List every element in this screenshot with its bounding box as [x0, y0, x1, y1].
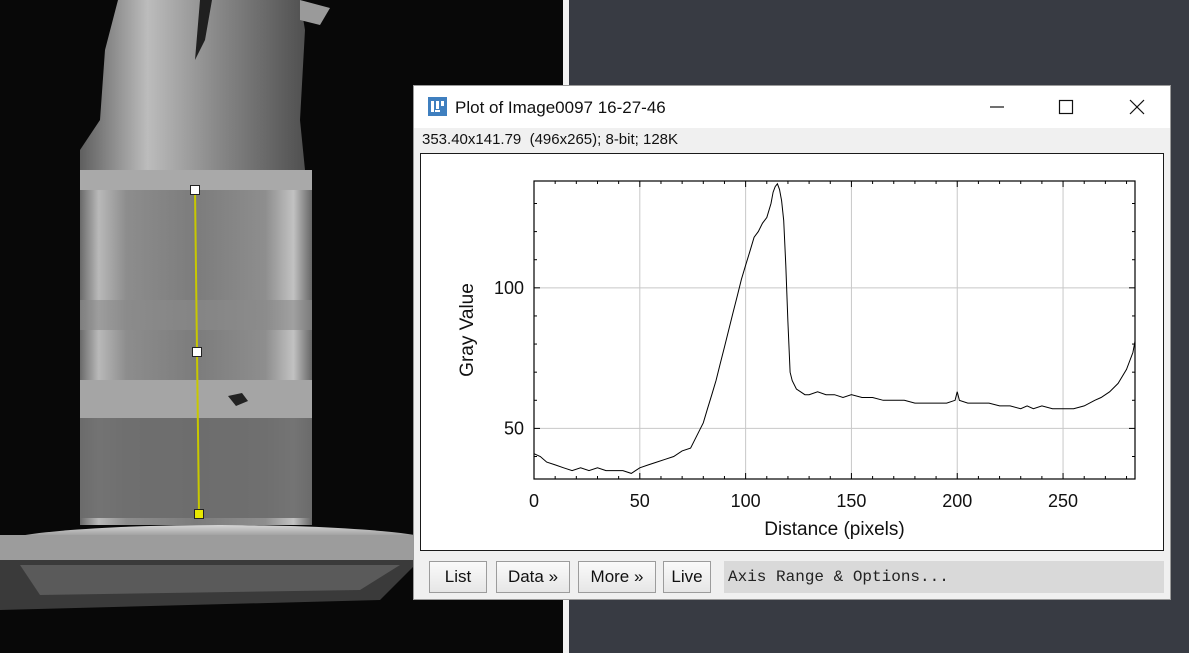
grid-lines — [534, 181, 1135, 479]
x-tick-label: 50 — [630, 491, 650, 511]
close-icon — [1129, 99, 1145, 115]
gray-value-profile-line — [533, 182, 1136, 474]
imagej-app-icon — [428, 97, 447, 116]
data-button[interactable]: Data » — [496, 561, 570, 593]
y-axis-label: Gray Value — [457, 283, 478, 377]
axis-range-options-field[interactable]: Axis Range & Options... — [724, 561, 1164, 593]
tick-labels: 0 50 100 150 200 250 50 100 — [494, 278, 1078, 511]
x-tick-label: 100 — [731, 491, 761, 511]
x-axis-label: Distance (pixels) — [764, 519, 904, 540]
maximize-icon — [1058, 99, 1074, 115]
x-tick-label: 200 — [942, 491, 972, 511]
x-tick-label: 150 — [836, 491, 866, 511]
x-tick-label: 0 — [529, 491, 539, 511]
maximize-button[interactable] — [1043, 86, 1089, 128]
x-tick-label: 250 — [1048, 491, 1078, 511]
more-button[interactable]: More » — [578, 561, 656, 593]
y-tick-label: 50 — [504, 418, 524, 438]
live-button[interactable]: Live — [663, 561, 711, 593]
line-end-handle[interactable] — [194, 509, 204, 519]
plot-canvas[interactable]: 0 50 100 150 200 250 50 100 Distance (pixels) G… — [420, 153, 1164, 551]
image-info-text: 353.40x141.79 (496x265); 8-bit; 128K — [422, 131, 679, 148]
window-title: Plot of Image0097 16-27-46 — [455, 98, 666, 117]
plot-frame — [533, 180, 1136, 480]
profile-plot: 0 50 100 150 200 250 50 100 Distance (pixels) G… — [457, 180, 1136, 540]
axis-ticks — [533, 181, 1135, 479]
title-bar[interactable]: Plot of Image0097 16-27-46 — [414, 86, 1170, 128]
minimize-button[interactable] — [974, 86, 1020, 128]
minimize-icon — [990, 106, 1004, 108]
y-tick-label: 100 — [494, 278, 524, 298]
line-mid-handle[interactable] — [192, 347, 202, 357]
line-start-handle[interactable] — [190, 185, 200, 195]
list-button[interactable]: List — [429, 561, 487, 593]
plot-window[interactable]: Plot of Image0097 16-27-46 353.40x141.79… — [413, 85, 1171, 600]
close-button[interactable] — [1114, 86, 1160, 128]
